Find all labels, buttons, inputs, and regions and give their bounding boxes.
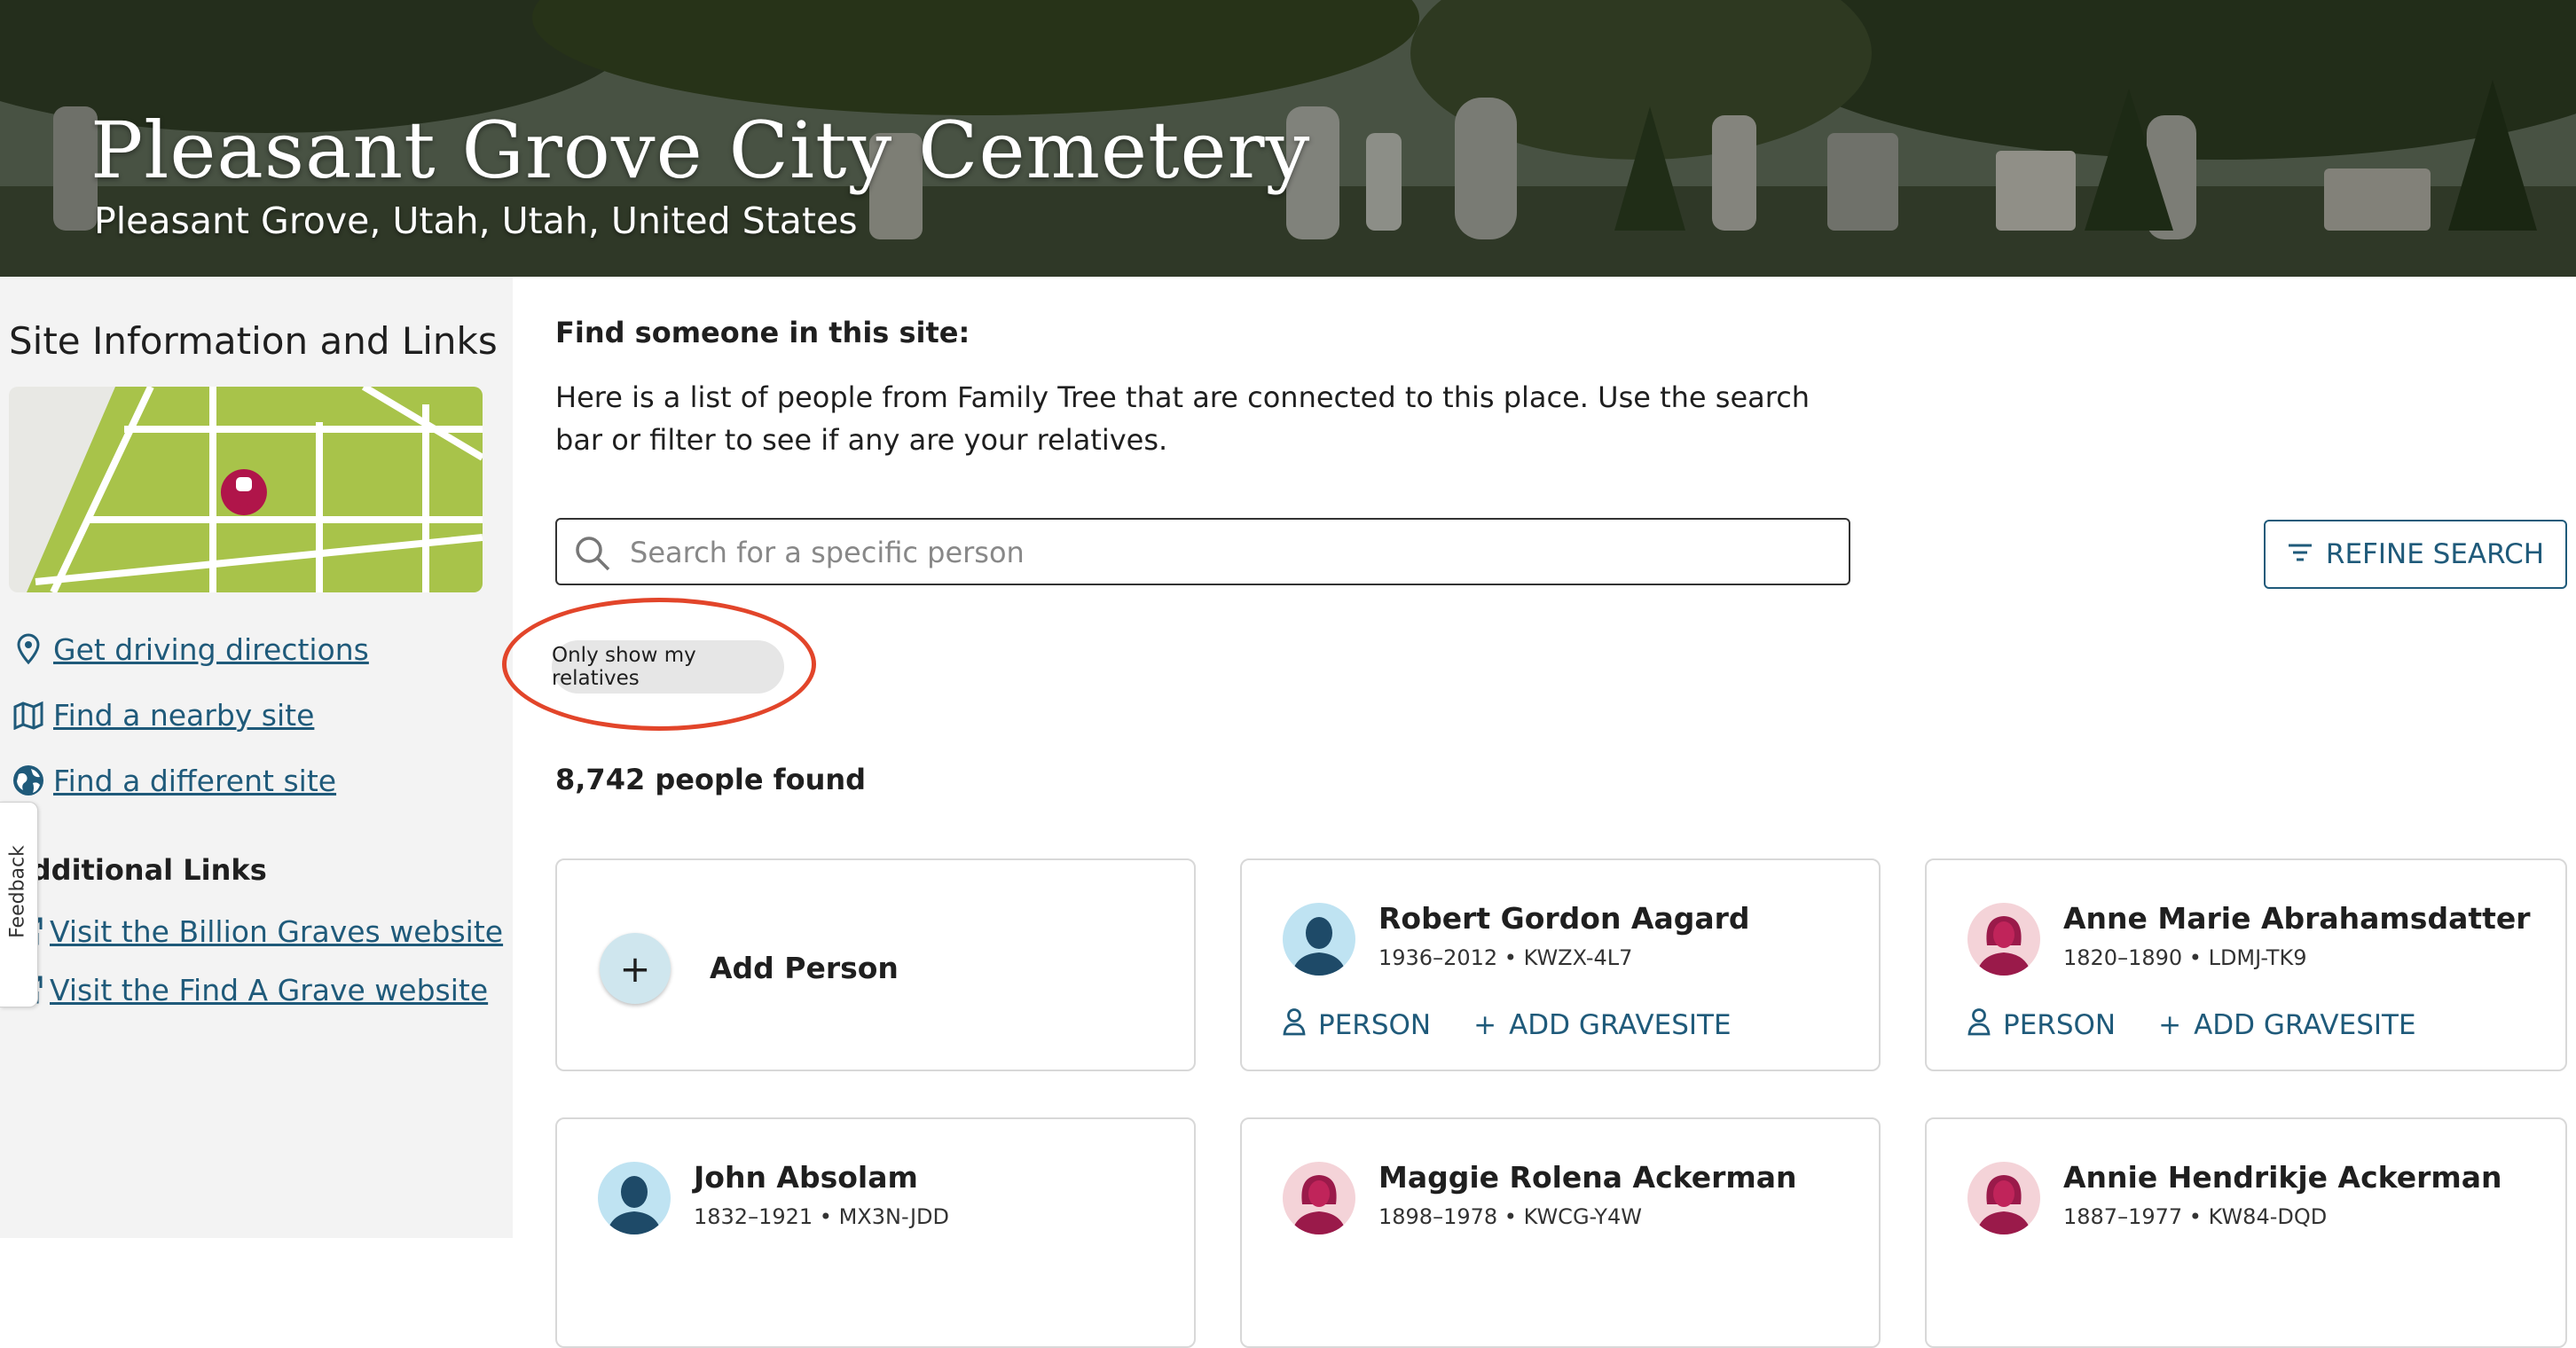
- location-subtitle: Pleasant Grove, Utah, Utah, United State…: [94, 200, 858, 242]
- get-directions-link[interactable]: Get driving directions: [9, 630, 369, 669]
- page-title: Pleasant Grove City Cemetery: [90, 105, 1311, 196]
- male-avatar-icon: [598, 1162, 671, 1234]
- sidebar-title: Site Information and Links: [9, 319, 498, 363]
- add-person-card[interactable]: + Add Person: [555, 858, 1196, 1071]
- female-avatar-icon: [1967, 1162, 2040, 1234]
- female-avatar-icon: [1283, 1162, 1355, 1234]
- refine-search-button[interactable]: REFINE SEARCH: [2264, 520, 2567, 589]
- person-button[interactable]: PERSON: [1283, 1007, 1431, 1043]
- person-meta: 1898–1978 • KWCG-Y4W: [1378, 1204, 1643, 1229]
- feedback-tab[interactable]: Feedback: [0, 802, 38, 1007]
- person-name: Anne Marie Abrahamsdatter: [2063, 901, 2531, 936]
- search-input[interactable]: [628, 529, 1820, 576]
- person-icon: [1283, 1007, 1306, 1043]
- person-meta: 1887–1977 • KW84-DQD: [2063, 1204, 2328, 1229]
- person-card[interactable]: Robert Gordon Aagard 1936–2012 • KWZX-4L…: [1240, 858, 1881, 1071]
- find-a-grave-label: Visit the Find A Grave website: [50, 972, 489, 1007]
- person-name: Robert Gordon Aagard: [1378, 901, 1750, 936]
- person-card[interactable]: Annie Hendrikje Ackerman 1887–1977 • KW8…: [1925, 1117, 2567, 1348]
- find-nearby-site-link[interactable]: Find a nearby site: [9, 695, 314, 734]
- person-card[interactable]: John Absolam 1832–1921 • MX3N-JDD: [555, 1117, 1196, 1348]
- globe-icon: [9, 761, 48, 800]
- get-directions-label: Get driving directions: [53, 631, 369, 667]
- site-map[interactable]: [9, 387, 483, 592]
- add-person-label: Add Person: [710, 951, 899, 985]
- person-meta: 1832–1921 • MX3N-JDD: [694, 1204, 949, 1229]
- find-nearby-site-label: Find a nearby site: [53, 697, 315, 733]
- main-content: Find someone in this site: Here is a lis…: [502, 277, 2576, 1348]
- add-gravesite-button[interactable]: + ADD GRAVESITE: [2158, 1007, 2415, 1043]
- find-someone-heading: Find someone in this site:: [555, 316, 970, 349]
- person-meta: 1820–1890 • LDMJ-TK9: [2063, 945, 2307, 970]
- billion-graves-label: Visit the Billion Graves website: [50, 913, 504, 949]
- hero-banner: Pleasant Grove City Cemetery Pleasant Gr…: [0, 0, 2576, 277]
- search-icon: [573, 534, 612, 576]
- find-description: Here is a list of people from Family Tre…: [555, 380, 1810, 457]
- highlight-annotation-circle: [502, 598, 816, 731]
- person-name: Annie Hendrikje Ackerman: [2063, 1160, 2502, 1195]
- feedback-label: Feedback: [6, 845, 29, 938]
- person-name: John Absolam: [694, 1160, 918, 1195]
- person-meta: 1936–2012 • KWZX-4L7: [1378, 945, 1633, 970]
- person-icon: [1967, 1007, 1991, 1043]
- person-name: Maggie Rolena Ackerman: [1378, 1160, 1797, 1195]
- filter-icon: [2287, 538, 2313, 570]
- plus-icon: +: [1473, 1009, 1497, 1041]
- refine-search-label: REFINE SEARCH: [2325, 538, 2545, 570]
- person-button[interactable]: PERSON: [1967, 1007, 2116, 1043]
- person-card[interactable]: Maggie Rolena Ackerman 1898–1978 • KWCG-…: [1240, 1117, 1881, 1348]
- add-gravesite-button[interactable]: + ADD GRAVESITE: [1473, 1007, 1731, 1043]
- map-pin-icon: [220, 469, 267, 515]
- map-pin-icon: [9, 630, 48, 669]
- find-different-site-link[interactable]: Find a different site: [9, 761, 336, 800]
- find-a-grave-link[interactable]: Visit the Find A Grave website: [9, 970, 488, 1009]
- search-box[interactable]: [555, 518, 1850, 585]
- sidebar: Site Information and Links Get driving d…: [0, 277, 513, 1238]
- additional-links-title: Additional Links: [9, 853, 267, 887]
- plus-icon: +: [2158, 1009, 2182, 1041]
- female-avatar-icon: [1967, 903, 2040, 976]
- male-avatar-icon: [1283, 903, 1355, 976]
- person-card[interactable]: Anne Marie Abrahamsdatter 1820–1890 • LD…: [1925, 858, 2567, 1071]
- plus-icon: +: [600, 933, 671, 1004]
- results-count: 8,742 people found: [555, 763, 867, 796]
- map-icon: [9, 695, 48, 734]
- find-different-site-label: Find a different site: [53, 763, 337, 798]
- billion-graves-link[interactable]: Visit the Billion Graves website: [9, 912, 503, 951]
